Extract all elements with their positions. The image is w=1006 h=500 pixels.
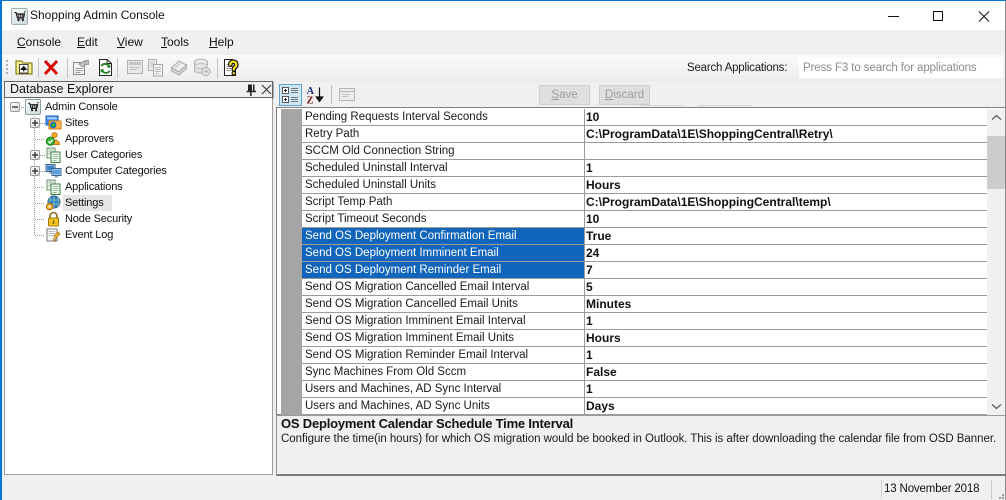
svg-text:Z: Z xyxy=(307,96,314,107)
